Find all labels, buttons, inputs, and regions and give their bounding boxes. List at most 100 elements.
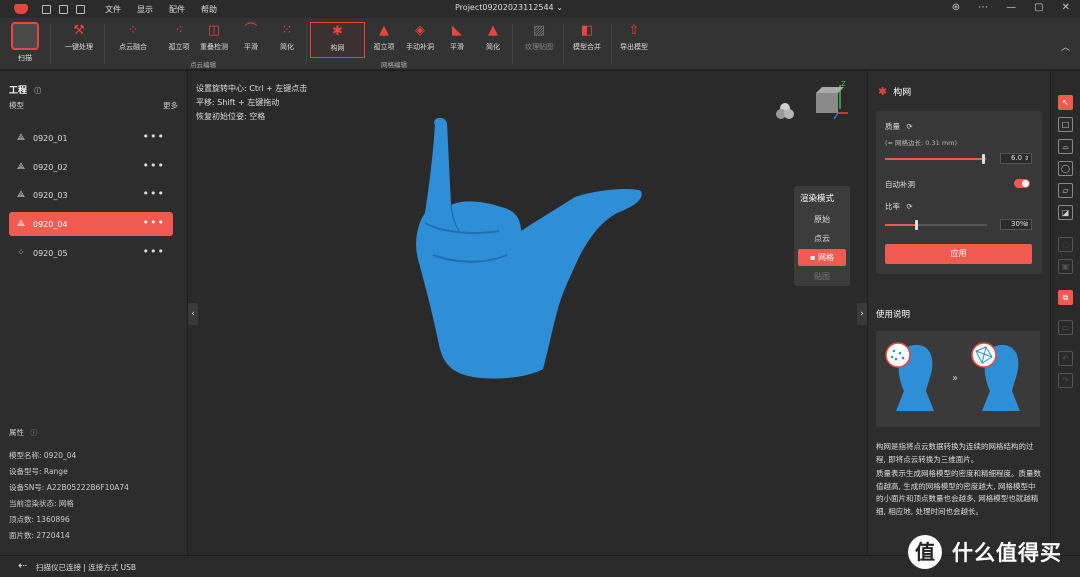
pointer-select-icon[interactable]: ↖: [1058, 95, 1073, 110]
project-panel: 工程 ⓘ 模型 更多 ⟁ 0920_01 ••• ⟁ 0920_02 ••• ⟁…: [0, 71, 187, 555]
render-option-texture[interactable]: 贴图: [798, 268, 846, 285]
more-options-icon[interactable]: •••: [143, 245, 165, 258]
more-icon[interactable]: ⋯: [978, 2, 988, 13]
quality-slider-thumb[interactable]: [982, 154, 985, 164]
pointcloud-group-label: 点云编辑: [190, 61, 216, 69]
more-link[interactable]: 更多: [163, 100, 178, 111]
ratio-slider[interactable]: [885, 220, 987, 230]
maximize-icon[interactable]: ▢: [1034, 2, 1043, 13]
mesh-build-icon: ✱: [332, 24, 343, 39]
brush-select-icon[interactable]: ▱: [1058, 183, 1073, 198]
reset-icon[interactable]: ⟳: [906, 122, 912, 131]
render-option-original[interactable]: 原始: [798, 211, 846, 228]
home-icon[interactable]: [42, 4, 51, 14]
scan-label: 扫描: [18, 54, 32, 62]
connection-status: 扫描仪已连接 | 连接方式 USB: [36, 563, 137, 572]
model-name: 0920_03: [33, 190, 68, 200]
collapse-right-panel-icon[interactable]: ›: [857, 303, 867, 325]
close-icon[interactable]: ✕: [1062, 2, 1070, 13]
pointcloud-fusion-button[interactable]: ⁘ 点云融合: [113, 22, 153, 58]
pointcloud-isolated-button[interactable]: ⁖ 孤立项: [159, 22, 199, 58]
hand-mesh-model[interactable]: [403, 115, 653, 387]
lasso-select-icon[interactable]: ◯: [1058, 161, 1073, 176]
connected-select-icon[interactable]: ⧉: [1058, 290, 1073, 305]
scan-icon: [11, 22, 39, 50]
pointcloud-simplify-button[interactable]: ⁙ 简化: [267, 22, 307, 58]
ratio-label-text: 比率: [885, 202, 900, 211]
model-name: 0920_01: [33, 133, 68, 143]
open-folder-icon[interactable]: [76, 4, 85, 14]
info-icon[interactable]: ⓘ: [30, 429, 37, 437]
3d-viewport[interactable]: 设置旋转中心: Ctrl + 左键点击 平移: Shift + 左键拖动 恢复初…: [188, 71, 867, 555]
model-item[interactable]: ⟁ 0920_01 •••: [9, 126, 173, 150]
minimize-icon[interactable]: —: [1006, 2, 1016, 13]
mesh-isolated-label: 孤立项: [373, 43, 395, 51]
render-option-pointcloud[interactable]: 点云: [798, 230, 846, 247]
model-item[interactable]: ⟁ 0920_03 •••: [9, 183, 173, 207]
menu-accessories[interactable]: 配件: [169, 4, 185, 15]
ratio-stepper[interactable]: 30% ⇕: [1000, 219, 1032, 230]
mesh-isolated-button[interactable]: ▲ 孤立项: [364, 22, 404, 58]
more-options-icon[interactable]: •••: [143, 216, 165, 229]
stepper-arrows-icon[interactable]: ⇕: [1024, 154, 1029, 163]
texture-label: 纹理贴图: [525, 43, 553, 51]
hint-reset-pose: 恢复初始位姿: 空格: [196, 112, 266, 121]
pointcloud-smooth-label: 平滑: [244, 43, 258, 51]
stepper-arrows-icon[interactable]: ⇕: [1024, 220, 1029, 229]
info-icon[interactable]: ⓘ: [34, 87, 41, 95]
render-option-mesh[interactable]: ▪ 网格: [798, 249, 846, 266]
model-item-selected[interactable]: ⟁ 0920_04 •••: [9, 212, 173, 236]
plane-cut-icon[interactable]: ◪: [1058, 205, 1073, 220]
scan-button[interactable]: 扫描: [6, 22, 44, 66]
collapse-left-panel-icon[interactable]: ‹: [188, 303, 198, 325]
window-controls: ⊛ ⋯ — ▢ ✕: [952, 2, 1070, 13]
ratio-slider-thumb[interactable]: [915, 220, 918, 230]
invert-select-icon[interactable]: ▣: [1058, 259, 1073, 274]
project-name-dropdown[interactable]: Project09202023112544 ⌄: [455, 3, 563, 12]
mesh-build-button[interactable]: ✱ 构网: [310, 22, 365, 58]
texture-mapping-button[interactable]: ▨ 纹理贴图: [517, 22, 561, 58]
polygon-select-icon[interactable]: ⌓: [1058, 139, 1073, 154]
one-click-label: 一键处理: [65, 43, 93, 51]
disconnect-icon[interactable]: ⇠: [18, 559, 27, 572]
mesh-simplify-icon: ▲: [488, 23, 498, 38]
rect-select-icon[interactable]: □: [1058, 117, 1073, 132]
panel-title: 构网: [893, 88, 912, 98]
mesh-smooth-button[interactable]: ◣ 平滑: [437, 22, 477, 58]
cube-face: [816, 93, 838, 113]
pointcloud-smooth-button[interactable]: ⌒ 平滑: [231, 22, 271, 58]
apply-button[interactable]: 应用: [885, 244, 1032, 264]
view-cube[interactable]: Z: [812, 79, 850, 125]
new-project-icon[interactable]: [59, 4, 68, 14]
mesh-simplify-button[interactable]: ▲ 简化: [473, 22, 513, 58]
hole-fill-icon: ◈: [415, 23, 425, 38]
model-item[interactable]: ⁘ 0920_05 •••: [9, 241, 173, 265]
model-merge-button[interactable]: ◧ 模型合并: [566, 22, 608, 58]
model-item[interactable]: ⟁ 0920_02 •••: [9, 155, 173, 179]
overlap-detect-button[interactable]: ◫ 重叠检测: [194, 22, 234, 58]
one-click-process-button[interactable]: ⚒ 一键处理: [57, 22, 101, 58]
model-name: 0920_05: [33, 248, 68, 258]
delete-icon[interactable]: ▭: [1058, 320, 1073, 335]
lighting-icon[interactable]: [774, 101, 796, 121]
render-mode-panel: 渲染模式 原始 点云 ▪ 网格 贴图: [794, 186, 850, 286]
select-all-icon[interactable]: ◌: [1058, 237, 1073, 252]
model-merge-label: 模型合并: [573, 43, 601, 51]
quality-slider[interactable]: [885, 154, 987, 164]
reset-icon[interactable]: ⟳: [906, 202, 912, 211]
more-options-icon[interactable]: •••: [143, 130, 165, 143]
redo-icon[interactable]: ↷: [1058, 373, 1073, 388]
menu-help[interactable]: 帮助: [201, 4, 217, 15]
settings-icon[interactable]: ⊛: [952, 2, 960, 13]
undo-icon[interactable]: ↶: [1058, 351, 1073, 366]
export-model-button[interactable]: ⇧ 导出模型: [614, 22, 654, 58]
quality-stepper[interactable]: 6.0 ⇕: [1000, 153, 1032, 164]
manual-hole-fill-button[interactable]: ◈ 手动补洞: [400, 22, 440, 58]
more-options-icon[interactable]: •••: [143, 187, 165, 200]
more-options-icon[interactable]: •••: [143, 159, 165, 172]
collapse-toolbar-icon[interactable]: ︿: [1061, 40, 1070, 53]
prop-render-state: 当前渲染状态: 网格: [9, 499, 74, 508]
menu-view[interactable]: 显示: [137, 4, 153, 15]
menu-file[interactable]: 文件: [105, 4, 121, 15]
auto-fill-toggle[interactable]: [1014, 179, 1030, 188]
